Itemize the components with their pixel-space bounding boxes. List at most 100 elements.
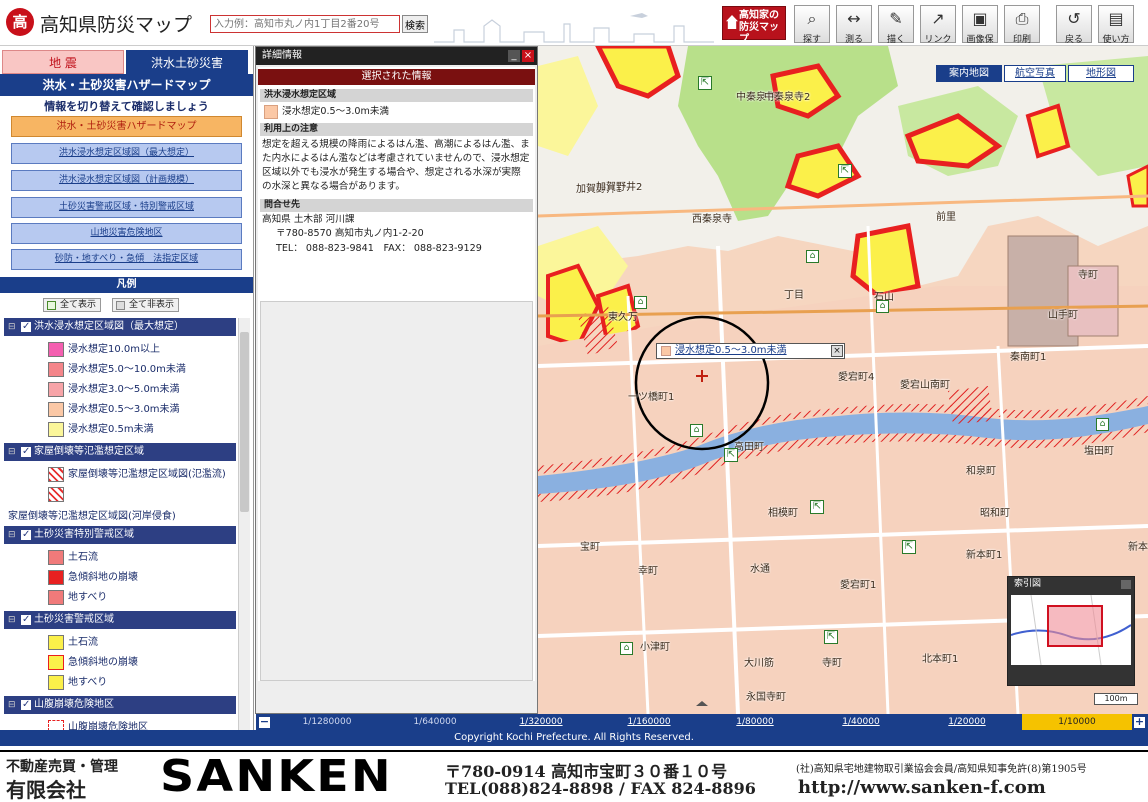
group-checkbox[interactable] bbox=[21, 611, 31, 629]
group-checkbox[interactable] bbox=[21, 696, 31, 714]
scale-option: 1/1280000 bbox=[302, 717, 352, 727]
place-label: 昭和町 bbox=[980, 508, 1010, 519]
zoom-out-button[interactable]: − bbox=[259, 716, 270, 728]
minimize-icon[interactable] bbox=[1121, 580, 1131, 589]
map-layer-button-0[interactable]: 洪水・土砂災害ハザードマップ bbox=[11, 116, 242, 137]
scale-option[interactable]: 1/10000 bbox=[1022, 714, 1132, 730]
tab-aerial-photo[interactable]: 航空写真 bbox=[1004, 65, 1066, 82]
tool-button-manual[interactable]: ▤ 使い方 bbox=[1098, 5, 1134, 45]
hide-all-button[interactable]: 全て非表示 bbox=[112, 298, 180, 312]
sanken-ad-banner[interactable]: 不動産売買・管理 有限会社 SANKEN 〒780-0914 高知市宝町３０番１… bbox=[0, 750, 1148, 802]
ad-url-link[interactable]: http://www.sanken-f.com bbox=[798, 777, 1046, 798]
legend-swatch bbox=[48, 487, 64, 502]
legend-item: 浸水想定0.5～3.0m未満 bbox=[48, 400, 180, 419]
shelter-icon[interactable]: ⌂ bbox=[634, 296, 647, 309]
evacuation-site-icon[interactable]: ⇱ bbox=[838, 164, 852, 178]
show-all-button[interactable]: 全て表示 bbox=[43, 298, 102, 312]
legend-group-1[interactable]: ⊟ 家屋倒壊等氾濫想定区域 bbox=[4, 443, 236, 461]
detail-body: 選択された情報 洪水浸水想定区域 浸水想定0.5～3.0m未満 利用上の注意 想… bbox=[258, 67, 535, 681]
place-label: 新本町1 bbox=[966, 550, 1003, 561]
tool-button-link[interactable]: ↗ リンク bbox=[920, 5, 956, 45]
map-layer-button-2[interactable]: 洪水浸水想定区域図（計画規模） bbox=[11, 170, 242, 191]
legend-item: 土石流 bbox=[48, 548, 98, 567]
kochi-house-bousai-map-button[interactable]: 高知家の防災マップ bbox=[722, 6, 786, 45]
place-label: 愛宕町1 bbox=[840, 580, 877, 591]
popup-text[interactable]: 浸水想定0.5～3.0m未満 bbox=[675, 345, 787, 356]
hazard-tabs: 地 震 洪水土砂災害 bbox=[2, 50, 252, 74]
legend-scrollbar[interactable] bbox=[238, 318, 250, 730]
shelter-icon[interactable]: ⌂ bbox=[1096, 418, 1109, 431]
legend-group-4[interactable]: ⊟ 山腹崩壊危険地区 bbox=[4, 696, 236, 714]
overview-map[interactable] bbox=[1011, 595, 1131, 665]
place-label: 永国寺町 bbox=[746, 692, 786, 703]
map-canvas[interactable]: 中秦泉寺 加賀野井1 西秦泉寺 前里 東久万 石山 秦南町1 一ツ橋町1 愛宕町4 愛宕山南町 高田… bbox=[538, 46, 1148, 714]
place-label: 丁目 bbox=[784, 290, 804, 301]
scale-option[interactable]: 1/320000 bbox=[506, 714, 576, 730]
tool-button-ruler[interactable]: ↔ 測る bbox=[836, 5, 872, 45]
close-icon[interactable]: × bbox=[522, 50, 534, 62]
group-checkbox[interactable] bbox=[21, 443, 31, 461]
minimize-icon[interactable]: _ bbox=[508, 50, 520, 62]
scrollbar-thumb[interactable] bbox=[240, 332, 249, 512]
place-label: 相模町 bbox=[768, 508, 798, 519]
tree-expand-icon[interactable]: ⊟ bbox=[8, 611, 16, 629]
place-label: 山手町 bbox=[1048, 310, 1078, 321]
scale-option[interactable]: 1/20000 bbox=[932, 714, 1002, 730]
shelter-icon[interactable]: ⌂ bbox=[806, 250, 819, 263]
map-layer-button-4[interactable]: 山地災害危険地区 bbox=[11, 223, 242, 244]
tool-button-brush[interactable]: ✎ 描く bbox=[878, 5, 914, 45]
evacuation-site-icon[interactable]: ⇱ bbox=[698, 76, 712, 90]
ad-association: (社)高知県宅地建物取引業協会会員/高知県知事免許(8)第1905号 bbox=[796, 764, 1087, 775]
legend-group-2[interactable]: ⊟ 土砂災害特別警戒区域 bbox=[4, 526, 236, 544]
scale-option[interactable]: 1/40000 bbox=[826, 714, 896, 730]
group-checkbox[interactable] bbox=[21, 318, 31, 336]
evacuation-site-icon[interactable]: ⇱ bbox=[724, 448, 738, 462]
tree-expand-icon[interactable]: ⊟ bbox=[8, 318, 16, 336]
overview-map-panel: 索引図 bbox=[1007, 576, 1135, 686]
scale-option[interactable]: 1/80000 bbox=[720, 714, 790, 730]
search-button[interactable]: 検索 bbox=[402, 15, 428, 33]
legend-item-label: 急傾斜地の崩壊 bbox=[68, 657, 138, 668]
place-label: 北本町1 bbox=[922, 654, 959, 665]
notes-text: 想定を超える規模の降雨によるはん濫、高潮によるはん濫、また内水によるはん濫などは… bbox=[262, 139, 530, 192]
app-title: 高知県防災マップ bbox=[40, 14, 193, 36]
evacuation-site-icon[interactable]: ⇱ bbox=[902, 540, 916, 554]
section-subtitle: 情報を切り替えて確認しましょう bbox=[44, 100, 209, 113]
legend-swatch bbox=[48, 655, 64, 670]
zoom-in-button[interactable]: + bbox=[1134, 716, 1145, 728]
legend-group-label: 山腹崩壊危険地区 bbox=[34, 699, 114, 710]
tree-expand-icon[interactable]: ⊟ bbox=[8, 443, 16, 461]
overview-viewport-frame[interactable] bbox=[1047, 605, 1103, 647]
tool-button-printer[interactable]: ⎙ 印刷 bbox=[1004, 5, 1040, 45]
save-image-icon: ▣ bbox=[972, 9, 988, 28]
tab-topographic-map[interactable]: 地形図 bbox=[1068, 65, 1134, 82]
tool-button-save-image[interactable]: ▣画像保存 bbox=[962, 5, 998, 58]
shelter-icon[interactable]: ⌂ bbox=[876, 300, 889, 313]
legend-group-3[interactable]: ⊟ 土砂災害警戒区域 bbox=[4, 611, 236, 629]
tree-expand-icon[interactable]: ⊟ bbox=[8, 696, 16, 714]
map-info-popup[interactable]: 浸水想定0.5～3.0m未満 × bbox=[656, 343, 845, 359]
tab-guide-map[interactable]: 案内地図 bbox=[936, 65, 1002, 82]
tool-button-undo[interactable]: ↺ 戻る bbox=[1056, 5, 1092, 45]
shelter-icon[interactable]: ⌂ bbox=[690, 424, 703, 437]
checkbox-icon bbox=[116, 301, 125, 310]
scale-option[interactable]: 1/160000 bbox=[614, 714, 684, 730]
evacuation-site-icon[interactable]: ⇱ bbox=[824, 630, 838, 644]
shelter-icon[interactable]: ⌂ bbox=[620, 642, 633, 655]
address-search-input[interactable] bbox=[210, 15, 400, 33]
map-layer-button-1[interactable]: 洪水浸水想定区域図（最大想定） bbox=[11, 143, 242, 164]
tab-earthquake[interactable]: 地 震 bbox=[2, 50, 124, 74]
group-checkbox[interactable] bbox=[21, 526, 31, 544]
evacuation-site-icon[interactable]: ⇱ bbox=[810, 500, 824, 514]
tab-flood-landslide[interactable]: 洪水土砂災害 bbox=[126, 50, 248, 74]
popup-close-icon[interactable]: × bbox=[831, 345, 843, 357]
map-layer-button-3[interactable]: 土砂災害警戒区域・特別警戒区域 bbox=[11, 197, 242, 218]
contact-address: 〒780-8570 高知市丸ノ内1-2-20 bbox=[276, 228, 424, 239]
legend-group-0[interactable]: ⊟ 洪水浸水想定区域図（最大想定） bbox=[4, 318, 236, 336]
copyright-bar: Copyright Kochi Prefecture. All Rights R… bbox=[0, 730, 1148, 746]
tree-expand-icon[interactable]: ⊟ bbox=[8, 526, 16, 544]
place-label: 東久万 bbox=[608, 312, 638, 323]
legend-item-label: 浸水想定3.0～5.0m未満 bbox=[68, 384, 180, 395]
map-layer-button-5[interactable]: 砂防・地すべり・急傾 法指定区域 bbox=[11, 249, 242, 270]
tool-button-magnifier[interactable]: ⌕ 探す bbox=[794, 5, 830, 45]
